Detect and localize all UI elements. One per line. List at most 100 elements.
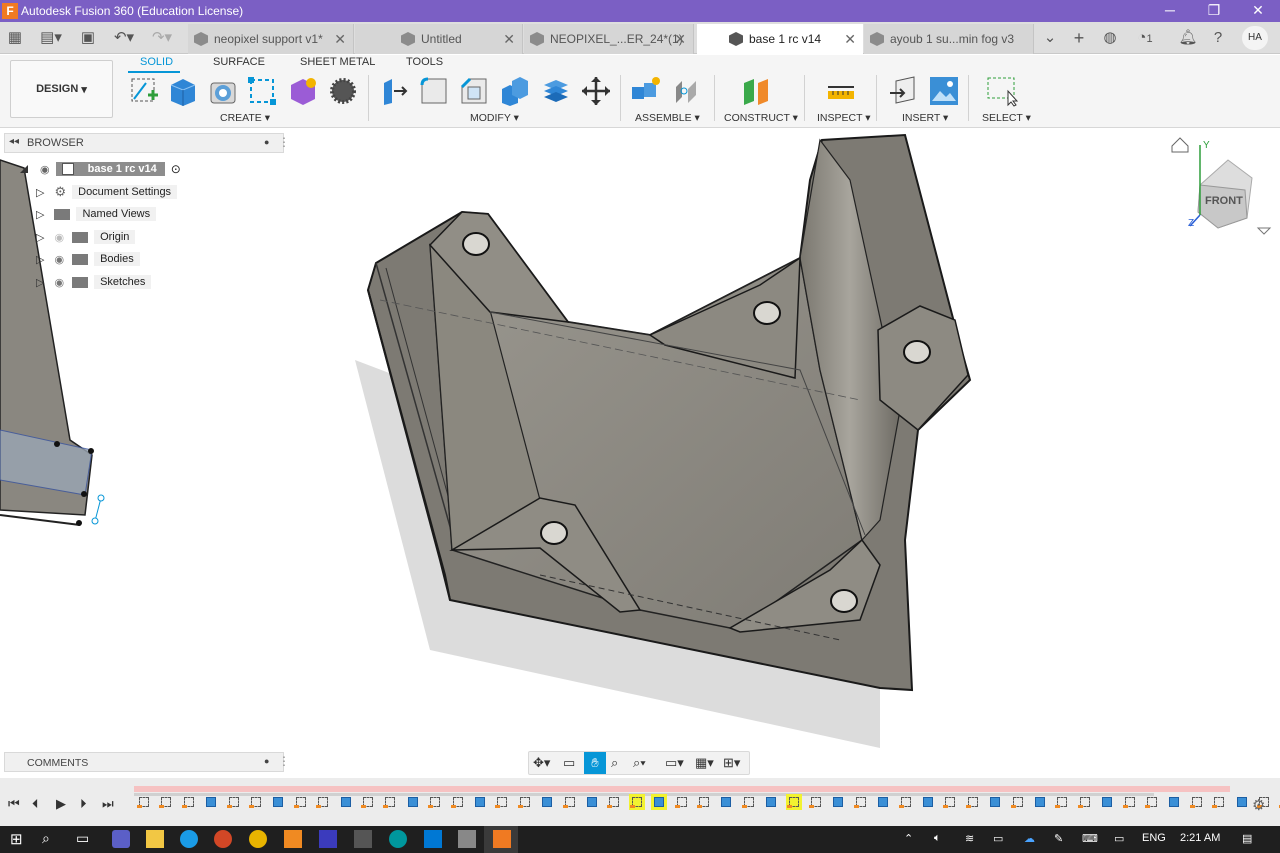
language-indicator[interactable]: ENG	[1142, 832, 1166, 844]
3d-viewport[interactable]: FRONT Y Z	[0, 129, 1280, 777]
file-menu-icon[interactable]: ▤▾	[36, 26, 66, 50]
tree-item-origin[interactable]: ▷ ◉ Origin	[36, 228, 136, 246]
insert-derive-icon[interactable]	[888, 75, 920, 107]
timeline-prev-icon[interactable]: ⏴	[32, 796, 39, 812]
timeline-sketch-icon[interactable]	[382, 794, 398, 810]
browser-pin-icon[interactable]: ⋮	[278, 135, 290, 149]
grid-settings-icon[interactable]: ▦▾	[695, 755, 714, 771]
wifi-icon[interactable]: ≋	[965, 832, 974, 845]
visibility-eye-icon[interactable]: ◉	[40, 163, 50, 176]
visibility-eye-icon[interactable]: ◉	[54, 276, 64, 289]
timeline-settings-gear-icon[interactable]: ⚙	[1252, 796, 1265, 814]
tree-item-bodies[interactable]: ▷ ◉ Bodies	[36, 250, 140, 268]
timeline-extrude-icon[interactable]	[472, 794, 488, 810]
offset-plane-icon[interactable]	[740, 75, 772, 107]
model-canvas[interactable]: FRONT Y Z	[0, 129, 1280, 777]
doc-tab-2[interactable]: NEOPIXEL_...ER_24*(1) ✕	[524, 24, 694, 54]
new-component-icon[interactable]	[630, 75, 662, 107]
timeline-next-icon[interactable]: ⏵	[80, 796, 87, 812]
notifications-bell-icon[interactable]: 🔔︎	[1178, 26, 1198, 50]
press-pull-icon[interactable]	[378, 75, 410, 107]
browser-options-icon[interactable]: ●	[264, 137, 269, 147]
timeline-sketch-icon[interactable]	[1144, 794, 1160, 810]
tab-tools[interactable]: TOOLS	[406, 56, 443, 68]
group-select[interactable]: SELECT ▾	[982, 112, 1031, 124]
tab-overflow-chevron-icon[interactable]: ⌄	[1038, 26, 1062, 50]
timeline-sketch-icon[interactable]	[808, 794, 824, 810]
expand-arrow-icon[interactable]: ▷	[36, 231, 44, 244]
sweep-icon[interactable]	[246, 75, 278, 107]
timeline-extrude-icon[interactable]	[718, 794, 734, 810]
timeline-sketch-icon[interactable]	[293, 794, 309, 810]
timeline-sketch-icon[interactable]	[315, 794, 331, 810]
close-tab-icon[interactable]: ✕	[844, 31, 856, 48]
timeline-sketch-icon[interactable]	[494, 794, 510, 810]
orbit-icon[interactable]: ✥▾	[533, 755, 550, 771]
joint-icon[interactable]	[670, 75, 702, 107]
timeline-first-icon[interactable]: ⏮	[8, 796, 20, 812]
timeline-sketch-icon[interactable]	[628, 794, 645, 810]
group-assemble[interactable]: ASSEMBLE ▾	[635, 112, 700, 124]
measure-icon[interactable]	[825, 75, 857, 107]
group-construct[interactable]: CONSTRUCT ▾	[724, 112, 798, 124]
hidden-eye-icon[interactable]: ◉	[54, 231, 64, 244]
extensions-icon[interactable]: ◍	[1100, 26, 1120, 50]
help-icon[interactable]: ?	[1207, 26, 1229, 50]
close-tab-icon[interactable]: ✕	[503, 31, 515, 48]
timeline-sketch-icon[interactable]	[562, 794, 578, 810]
teams-icon[interactable]	[112, 830, 130, 848]
fit-zoom-icon[interactable]: ⌕▾	[633, 755, 646, 771]
timeline-sketch-icon[interactable]	[181, 794, 197, 810]
maximize-button[interactable]: ❐	[1192, 0, 1236, 22]
timeline-sketch-icon[interactable]	[965, 794, 981, 810]
expand-arrow-icon[interactable]: ▷	[36, 186, 44, 199]
timeline-sketch-icon[interactable]	[1010, 794, 1026, 810]
combine-icon[interactable]	[540, 75, 572, 107]
timeline-last-icon[interactable]: ⏭	[102, 796, 114, 812]
timeline-sketch-icon[interactable]	[674, 794, 690, 810]
doc-tab-0[interactable]: neopixel support v1* ✕	[188, 24, 354, 54]
doc-tab-4[interactable]: ayoub 1 su...min fog v3	[864, 24, 1034, 54]
group-modify[interactable]: MODIFY ▾	[470, 112, 519, 124]
workspace-selector[interactable]: DESIGN ▾	[10, 60, 113, 118]
timeline-sketch-icon[interactable]	[785, 794, 802, 810]
tree-root[interactable]: ◉ base 1 rc v14 ⊙	[20, 160, 181, 178]
extrude-icon[interactable]	[167, 75, 199, 107]
battery-icon[interactable]: ▭	[993, 832, 1003, 845]
select-box-icon[interactable]	[986, 75, 1018, 107]
timeline-extrude-icon[interactable]	[987, 794, 1003, 810]
timeline-extrude-icon[interactable]	[920, 794, 936, 810]
group-inspect[interactable]: INSPECT ▾	[817, 112, 871, 124]
timeline-sketch-icon[interactable]	[1211, 794, 1227, 810]
display-icon[interactable]: ▭	[1114, 832, 1124, 845]
e-app-icon[interactable]	[284, 830, 302, 848]
timeline-sketch-icon[interactable]	[606, 794, 622, 810]
keyboard-icon[interactable]: ⌨	[1082, 832, 1098, 845]
timeline-extrude-icon[interactable]	[1099, 794, 1115, 810]
timeline-extrude-icon[interactable]	[1166, 794, 1182, 810]
view-cube[interactable]: FRONT Y Z	[1188, 140, 1253, 229]
create-sketch-icon[interactable]	[128, 75, 160, 107]
timeline-extrude-icon[interactable]	[1032, 794, 1048, 810]
timeline-sketch-icon[interactable]	[427, 794, 443, 810]
revolve-icon[interactable]	[207, 75, 239, 107]
home-icon[interactable]	[1171, 137, 1189, 153]
tab-sheet-metal[interactable]: SHEET METAL	[300, 56, 375, 68]
timeline-extrude-icon[interactable]	[651, 794, 668, 810]
doc-tab-1[interactable]: Untitled ✕	[355, 24, 523, 54]
display-settings-icon[interactable]: ▭▾	[665, 755, 684, 771]
expand-arrow-icon[interactable]: ▷	[36, 208, 44, 221]
timeline-extrude-icon[interactable]	[830, 794, 846, 810]
doc-tab-3[interactable]: base 1 rc v14 ✕	[697, 24, 863, 54]
app-window-icon[interactable]	[458, 830, 476, 848]
insert-canvas-image-icon[interactable]	[928, 75, 960, 107]
visibility-eye-icon[interactable]: ◉	[54, 253, 64, 266]
timeline-sketch-icon[interactable]	[696, 794, 712, 810]
close-tab-icon[interactable]: ✕	[674, 31, 686, 48]
tab-solid[interactable]: SOLID	[140, 56, 173, 68]
fillet-icon[interactable]	[418, 75, 450, 107]
windows-start-icon[interactable]: ⊞	[10, 830, 28, 848]
timeline-sketch-icon[interactable]	[1077, 794, 1093, 810]
timeline-sketch-icon[interactable]	[1122, 794, 1138, 810]
close-tab-icon[interactable]: ✕	[334, 31, 346, 48]
